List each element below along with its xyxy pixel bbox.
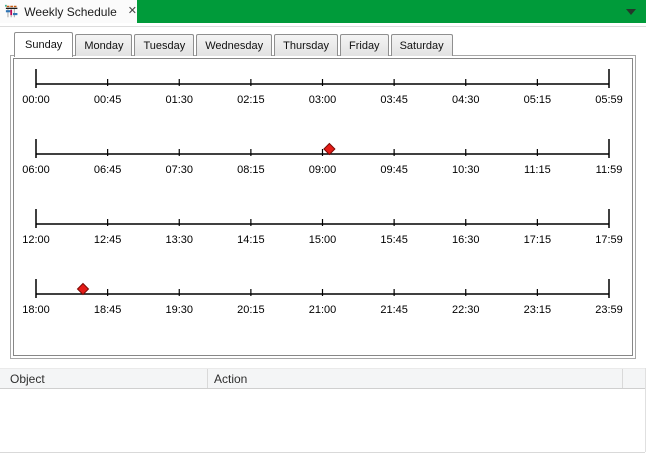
time-label: 09:00	[309, 164, 337, 176]
schedule-marker-diamond[interactable]	[76, 282, 90, 296]
schedule-entries-table: Object Action	[0, 368, 646, 453]
time-label: 18:45	[94, 304, 122, 316]
time-label: 09:45	[380, 164, 408, 176]
window-tab-weekly-schedule[interactable]: Weekly Schedule ✕	[0, 0, 137, 23]
tab-tuesday[interactable]: Tuesday	[134, 34, 195, 56]
time-label: 23:59	[595, 304, 623, 316]
time-label: 08:15	[237, 164, 265, 176]
time-label: 07:30	[165, 164, 193, 176]
column-header-spacer	[622, 369, 645, 388]
time-label: 06:45	[94, 164, 122, 176]
tab-strip-filler	[137, 0, 646, 23]
time-label: 11:59	[596, 164, 623, 176]
column-header-object[interactable]: Object	[0, 369, 207, 388]
time-label: 18:00	[22, 304, 50, 316]
timeline-row[interactable]: 18:00 18:45 19:30 20:15 21:00 21:45 22:30 23:15…	[14, 269, 630, 339]
chevron-down-icon[interactable]	[626, 9, 636, 15]
column-header-action[interactable]: Action	[207, 369, 622, 388]
time-label: 03:45	[380, 94, 408, 106]
tab-wednesday[interactable]: Wednesday	[196, 34, 273, 56]
time-label: 04:30	[452, 94, 480, 106]
window-tab-bar: Weekly Schedule ✕	[0, 0, 646, 23]
time-label: 00:00	[22, 94, 50, 106]
time-label: 12:00	[22, 234, 50, 246]
time-label: 06:00	[22, 164, 50, 176]
time-label: 11:15	[524, 164, 551, 176]
time-label: 21:00	[309, 304, 337, 316]
tab-thursday[interactable]: Thursday	[274, 34, 338, 56]
timeline-widget: 00:00 00:45 01:30 02:15 03:00 03:45 04:30 05:15…	[13, 58, 633, 356]
time-label: 13:30	[165, 234, 193, 246]
tab-monday[interactable]: Monday	[75, 34, 133, 56]
time-label: 03:00	[309, 94, 337, 106]
time-label: 16:30	[452, 234, 480, 246]
table-header-row: Object Action	[0, 368, 645, 389]
time-label: 23:15	[524, 304, 552, 316]
time-label: 02:15	[237, 94, 265, 106]
timeline-rows: 00:00 00:45 01:30 02:15 03:00 03:45 04:30 05:15…	[14, 59, 630, 339]
time-label: 17:59	[595, 234, 623, 246]
table-body-empty	[0, 389, 645, 453]
time-label: 00:45	[94, 94, 122, 106]
time-label: 17:15	[524, 234, 552, 246]
window-tab-title: Weekly Schedule	[24, 4, 117, 19]
time-label: 05:15	[524, 94, 552, 106]
time-label: 05:59	[595, 94, 623, 106]
time-label: 10:30	[452, 164, 480, 176]
tab-strip-separator	[0, 26, 646, 27]
time-label: 12:45	[94, 234, 122, 246]
timeline-row[interactable]: 06:00 06:45 07:30 08:15 09:00 09:45 10:30 11:15…	[14, 129, 630, 199]
time-label: 14:15	[237, 234, 265, 246]
time-label: 21:45	[380, 304, 408, 316]
time-label: 01:30	[165, 94, 193, 106]
time-label: 22:30	[452, 304, 480, 316]
schedule-tab-panel: 00:00 00:45 01:30 02:15 03:00 03:45 04:30 05:15…	[10, 55, 636, 359]
schedule-gantt-icon	[5, 4, 18, 18]
tab-sunday[interactable]: Sunday	[14, 32, 74, 57]
tab-friday[interactable]: Friday	[340, 34, 389, 56]
time-label: 15:45	[380, 234, 408, 246]
timeline-row[interactable]: 12:00 12:45 13:30 14:15 15:00 15:45 16:30 17:15…	[14, 199, 630, 269]
time-label: 15:00	[309, 234, 337, 246]
schedule-marker-diamond[interactable]	[323, 142, 336, 156]
time-label: 20:15	[237, 304, 265, 316]
tab-saturday[interactable]: Saturday	[390, 34, 453, 56]
timeline-row[interactable]: 00:00 00:45 01:30 02:15 03:00 03:45 04:30 05:15…	[14, 59, 630, 129]
close-icon[interactable]: ✕	[128, 6, 137, 17]
time-label: 19:30	[165, 304, 193, 316]
day-tab-strip: Sunday Monday Tuesday Wednesday Thursday Frid…	[14, 32, 455, 57]
